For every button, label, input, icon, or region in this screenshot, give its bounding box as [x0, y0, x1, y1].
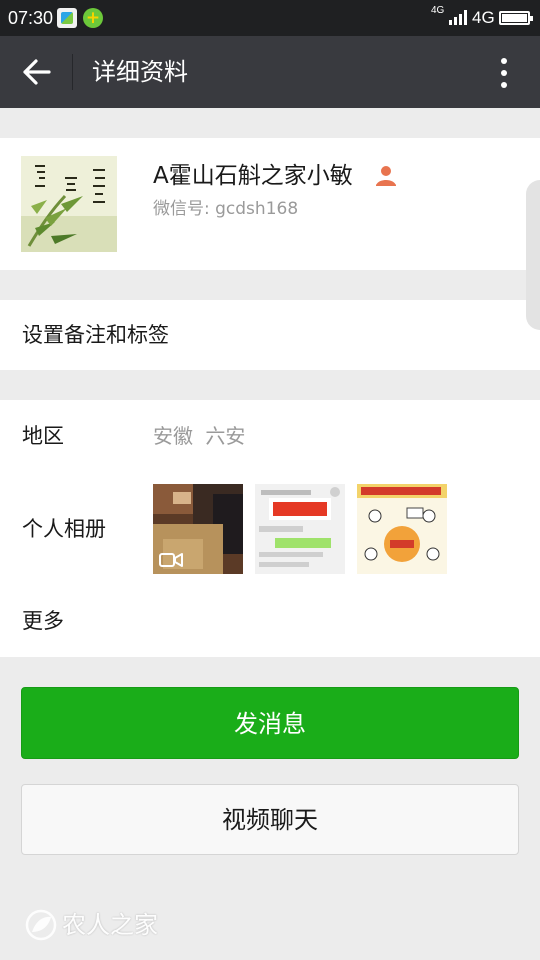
remark-tags-label: 设置备注和标签 [22, 323, 169, 347]
scroll-indicator [526, 180, 540, 330]
profile-card[interactable]: A霍山石斛之家小敏 微信号: gcdsh168 [0, 138, 540, 270]
wechat-id: 微信号: gcdsh168 [153, 199, 299, 219]
watermark-text: 农人之家 [62, 911, 158, 939]
app-notification-icon [57, 8, 77, 28]
page-title: 详细资料 [92, 58, 188, 86]
header-divider [72, 54, 73, 90]
send-message-button[interactable]: 发消息 [21, 687, 519, 759]
watermark: 农人之家 [24, 906, 158, 942]
signal-icon [449, 9, 469, 25]
plus-badge-icon: + [83, 8, 103, 28]
status-time: 07:30 [8, 8, 54, 28]
network-type: 4G [472, 8, 495, 27]
top-app-bar: 详细资料 [0, 36, 540, 108]
network-type-small: 4G [431, 5, 445, 16]
avatar[interactable] [21, 156, 117, 252]
person-icon [374, 163, 398, 187]
album-thumbnail[interactable] [357, 484, 447, 574]
status-bar: 07:30 + 4G 4G [0, 0, 540, 36]
info-card: 地区 安徽 六安 个人相册 更多 [0, 400, 540, 657]
arrow-left-icon[interactable] [22, 58, 52, 86]
video-icon [159, 552, 183, 572]
region-label: 地区 [22, 424, 64, 448]
album-thumbnail[interactable] [255, 484, 345, 574]
album-label: 个人相册 [22, 517, 106, 541]
more-label[interactable]: 更多 [22, 606, 64, 636]
region-value: 安徽 六安 [153, 424, 246, 448]
more-vertical-icon[interactable] [490, 56, 518, 90]
album-thumbnail[interactable] [153, 484, 243, 574]
leaf-logo-icon [24, 908, 58, 942]
video-chat-button[interactable]: 视频聊天 [21, 784, 519, 855]
remark-tags-row[interactable]: 设置备注和标签 [0, 300, 540, 370]
contact-name: A霍山石斛之家小敏 [153, 163, 353, 189]
battery-icon [499, 11, 533, 25]
